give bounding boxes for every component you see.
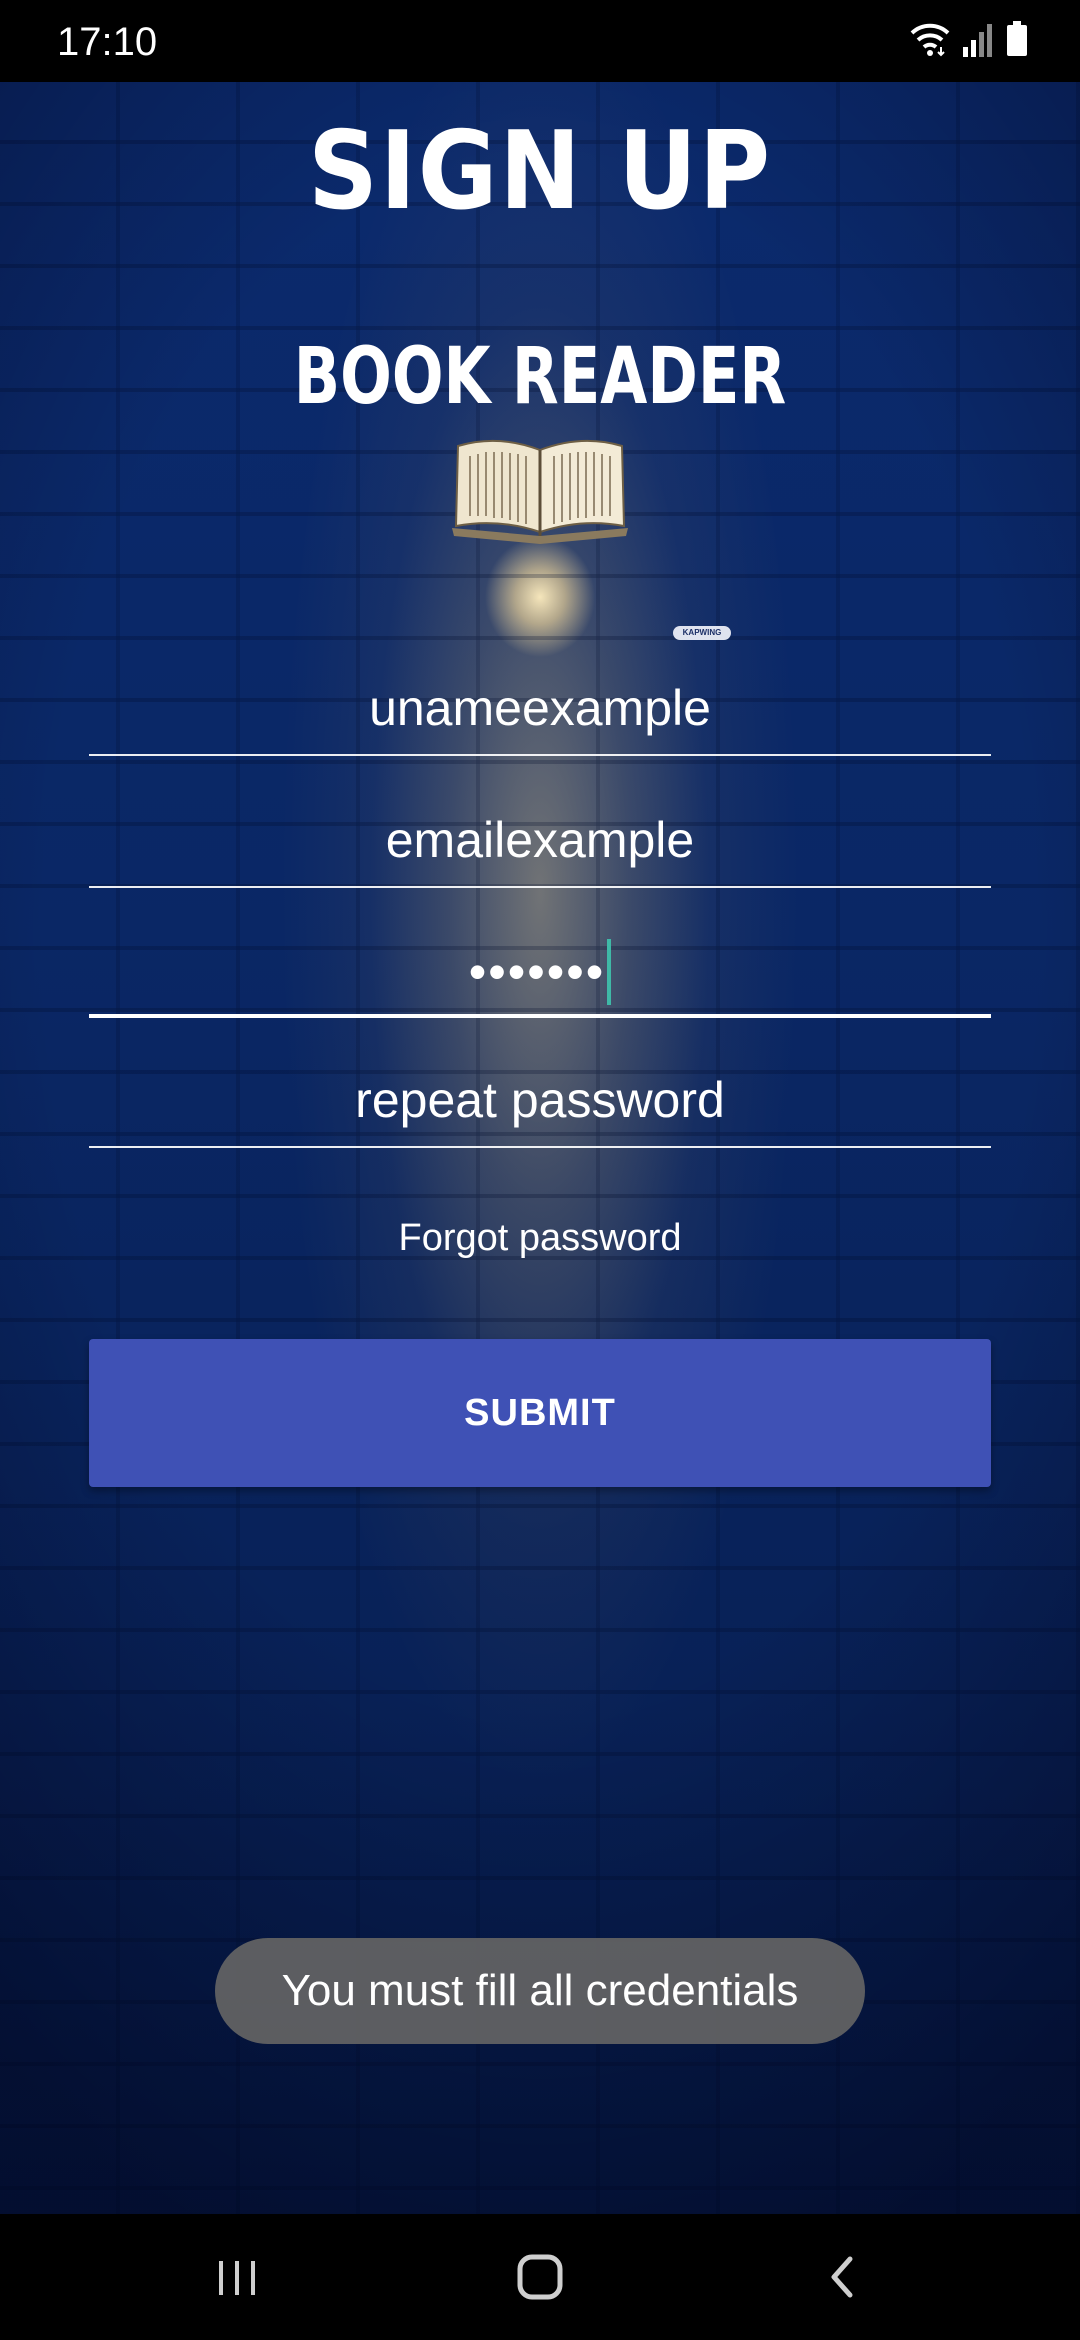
- username-field[interactable]: unameexample: [89, 662, 991, 756]
- battery-icon: [1006, 21, 1028, 62]
- status-bar: 17:10: [0, 0, 1080, 82]
- text-cursor: [607, 938, 612, 1005]
- email-value: emailexample: [385, 812, 695, 868]
- home-icon[interactable]: [510, 2247, 570, 2307]
- password-value: •••••••: [468, 943, 606, 1000]
- password-field[interactable]: •••••••: [89, 922, 991, 1018]
- watermark-badge: KAPWING: [673, 626, 731, 640]
- app-name: BOOK READER: [293, 332, 787, 422]
- forgot-password-label: Forgot password: [398, 1217, 682, 1259]
- email-field[interactable]: emailexample: [89, 794, 991, 888]
- navigation-bar: [0, 2214, 1080, 2340]
- submit-button[interactable]: SUBMIT: [89, 1339, 991, 1487]
- back-icon[interactable]: [812, 2247, 872, 2307]
- open-book-icon: [448, 432, 632, 548]
- status-icons: [910, 21, 1028, 62]
- toast-text: You must fill all credentials: [281, 1966, 799, 2015]
- toast-message: You must fill all credentials: [215, 1938, 865, 2044]
- signal-icon: [962, 23, 994, 62]
- recent-apps-icon[interactable]: [207, 2247, 267, 2307]
- page-title: SIGN UP: [308, 109, 772, 234]
- repeat-password-field[interactable]: repeat password: [89, 1054, 991, 1148]
- username-value: unameexample: [369, 680, 711, 736]
- repeat-password-placeholder: repeat password: [355, 1072, 725, 1128]
- status-time: 17:10: [57, 20, 158, 64]
- wifi-icon: [910, 21, 950, 62]
- submit-label: SUBMIT: [464, 1392, 616, 1434]
- forgot-password-link[interactable]: Forgot password: [0, 1210, 1080, 1266]
